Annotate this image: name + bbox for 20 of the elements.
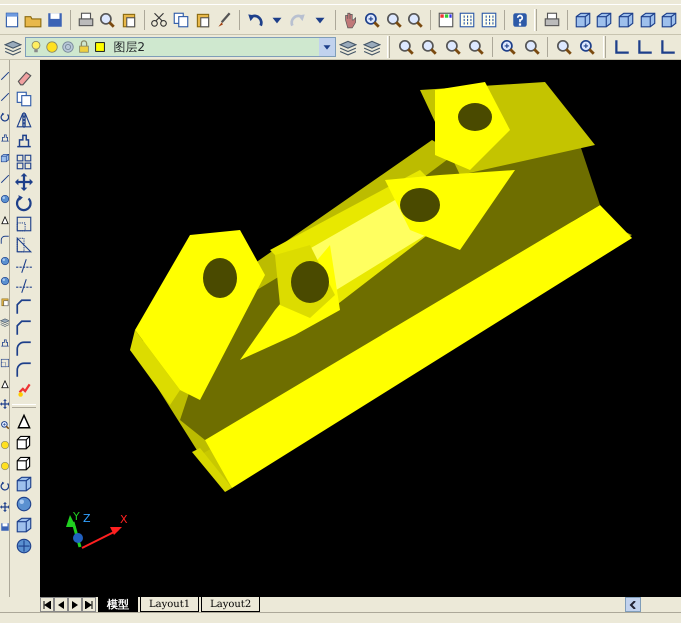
bulb-icon [29, 40, 44, 54]
first-tab-icon[interactable] [40, 597, 54, 612]
previous-tab-icon[interactable] [54, 597, 68, 612]
layout-tab[interactable]: Layout2 [201, 597, 260, 612]
snowflake-icon [61, 40, 76, 54]
axis-label: Z [83, 512, 91, 525]
layer-dropdown[interactable]: 图层2 [25, 37, 336, 57]
next-tab-icon[interactable] [68, 597, 82, 612]
axis-label: X [120, 513, 128, 526]
move-icon[interactable] [13, 172, 35, 193]
layer-name: 图层2 [113, 39, 146, 56]
last-tab-icon[interactable] [82, 597, 96, 612]
lock-icon [77, 40, 92, 54]
scroll-left-icon[interactable] [625, 597, 641, 612]
axis-label: Y [73, 510, 80, 523]
sun-icon [45, 40, 60, 54]
layout-tab[interactable]: 模型 [98, 597, 138, 612]
dropdown-caret-icon[interactable] [318, 38, 335, 56]
layout-tab[interactable]: Layout1 [140, 597, 200, 612]
color-square-icon [93, 40, 108, 54]
